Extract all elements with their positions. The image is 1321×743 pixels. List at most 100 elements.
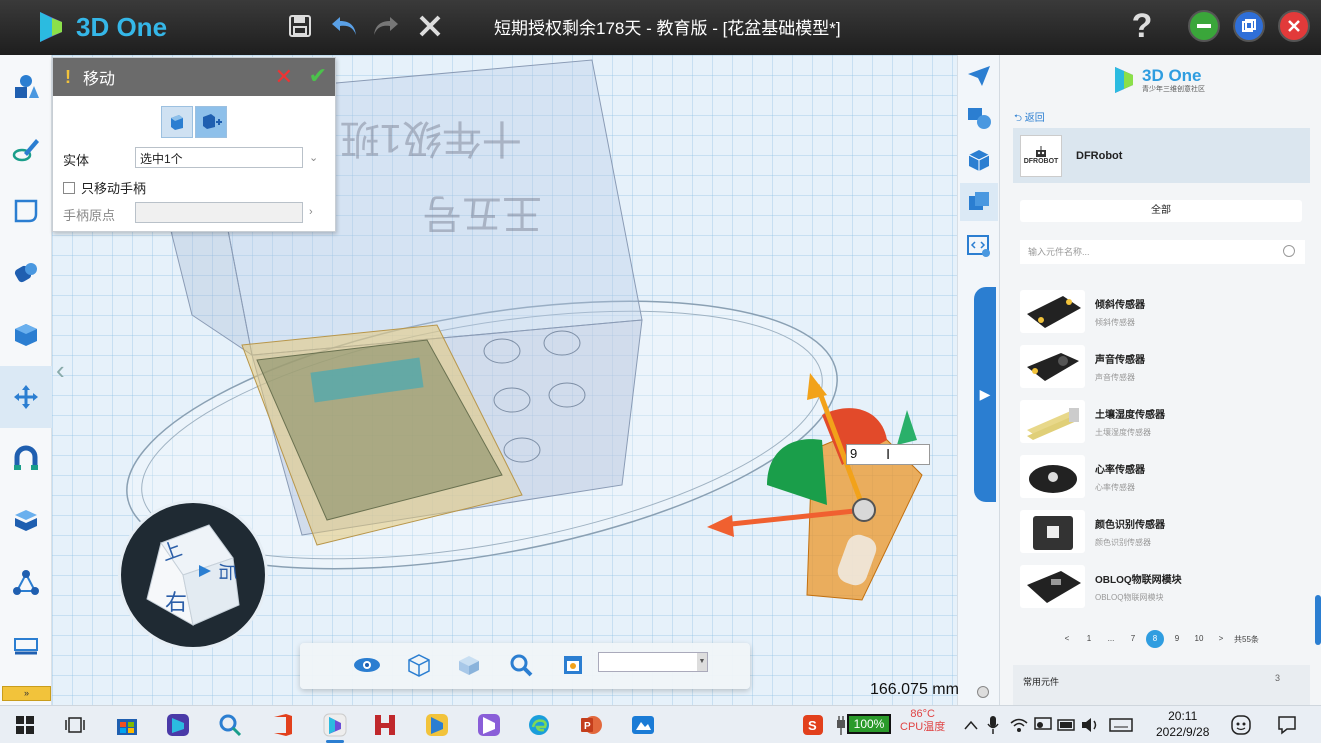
edge-browser-icon[interactable]: [524, 710, 554, 740]
office-app-icon[interactable]: [268, 710, 298, 740]
cancel-icon[interactable]: ✕: [275, 64, 293, 90]
move-mode-group: [161, 106, 227, 138]
chevron-right-icon: ›: [309, 206, 313, 218]
code-component-icon[interactable]: [960, 227, 998, 265]
prev-arrow-icon[interactable]: ‹: [56, 355, 65, 386]
keyboard-icon[interactable]: [1106, 710, 1136, 740]
component-search-input[interactable]: 输入元件名称...: [1020, 240, 1305, 264]
move-panel-title: 移动: [83, 71, 116, 88]
zoom-icon[interactable]: [506, 650, 536, 680]
materials-icon[interactable]: [960, 99, 998, 137]
list-item[interactable]: 颜色识别传感器 颜色识别传感器: [1014, 504, 1308, 559]
shaded-cube-icon[interactable]: [454, 650, 484, 680]
special-features-icon[interactable]: [6, 253, 46, 293]
feature-edit-icon[interactable]: [6, 315, 46, 355]
only-handle-checkbox[interactable]: [63, 181, 75, 194]
search-app-icon[interactable]: [215, 710, 245, 740]
minimize-button[interactable]: [1188, 10, 1220, 42]
3done-active-icon[interactable]: [320, 710, 350, 743]
component-library-icon[interactable]: [960, 183, 998, 221]
entity-field[interactable]: 选中1个: [135, 147, 303, 168]
back-label: 返回: [1024, 113, 1045, 124]
search-icon[interactable]: [1283, 245, 1295, 257]
list-item[interactable]: 心率传感器 心率传感器: [1014, 449, 1308, 504]
assembly-icon[interactable]: [6, 501, 46, 541]
dfrobot-logo: DFROBOT: [1020, 134, 1062, 177]
redo-icon[interactable]: [368, 8, 404, 44]
windows-start-icon[interactable]: [10, 710, 40, 740]
view-eye-icon[interactable]: [352, 650, 382, 680]
3done-app-2-icon[interactable]: [422, 710, 452, 740]
3done-app-icon[interactable]: [163, 710, 193, 740]
confirm-icon[interactable]: ✔: [309, 63, 327, 89]
common-components-section[interactable]: 常用元件 3: [1013, 665, 1310, 705]
page-prev[interactable]: <: [1058, 630, 1076, 648]
entity-label: 实体: [63, 153, 90, 168]
point-move-icon[interactable]: [195, 106, 227, 138]
help-icon[interactable]: ?: [1124, 7, 1160, 45]
dynamic-move-icon[interactable]: [161, 106, 193, 138]
list-item[interactable]: OBLOQ物联网模块 OBLOQ物联网模块: [1014, 559, 1308, 614]
volume-icon[interactable]: [1076, 710, 1106, 740]
list-item[interactable]: 声音传感器 声音传感器: [1014, 339, 1308, 394]
category-all-button[interactable]: 全部: [1020, 200, 1302, 222]
handle-origin-field: [135, 202, 303, 223]
wireframe-cube-icon[interactable]: [404, 650, 434, 680]
task-view-icon[interactable]: [60, 710, 90, 740]
undo-icon[interactable]: [326, 8, 362, 44]
chevron-down-icon[interactable]: ⌄: [309, 151, 318, 164]
unit-dropdown-icon[interactable]: [977, 686, 989, 698]
component-desc: OBLOQ物联网模块: [1095, 592, 1164, 602]
model-library-icon[interactable]: [960, 141, 998, 179]
move-icon[interactable]: [0, 366, 52, 428]
chevron-down-icon[interactable]: ▼: [697, 653, 707, 671]
sketch-edit-icon[interactable]: [6, 191, 46, 231]
clock-date: 2022/9/28: [1156, 725, 1210, 739]
list-item[interactable]: 倾斜传感器 倾斜传感器: [1014, 284, 1308, 339]
view-face-front[interactable]: 右: [165, 585, 187, 617]
library-scrollbar[interactable]: [1315, 595, 1321, 645]
sketch-draw-icon[interactable]: [6, 129, 46, 169]
component-list: 倾斜传感器 倾斜传感器 声音传感器 声音传感器 土壤湿度传感器 土壤湿度传感器 心率传…: [1014, 284, 1308, 614]
notification-icon[interactable]: [1272, 710, 1302, 740]
system-clock[interactable]: 20:11 2022/9/28: [1156, 708, 1209, 740]
svg-text:十年级1班: 十年级1班: [340, 116, 522, 160]
component-desc: 声音传感器: [1095, 372, 1135, 382]
page-1[interactable]: 1: [1080, 630, 1098, 648]
distance-measure-icon[interactable]: [6, 563, 46, 603]
page-9[interactable]: 9: [1168, 630, 1186, 648]
restore-button[interactable]: [1233, 10, 1265, 42]
page-ellipsis[interactable]: ...: [1102, 630, 1120, 648]
store-app-icon[interactable]: [112, 710, 142, 740]
view-filter-select[interactable]: ▼: [598, 652, 708, 672]
page-10[interactable]: 10: [1190, 630, 1208, 648]
only-handle-option[interactable]: 只移动手柄: [63, 178, 146, 197]
powerpoint-app-icon[interactable]: P: [576, 710, 606, 740]
tray-s-icon[interactable]: S: [798, 710, 828, 740]
page-next[interactable]: >: [1212, 630, 1230, 648]
expand-toolbar-button[interactable]: »: [2, 686, 51, 701]
h-app-icon[interactable]: [370, 710, 400, 740]
list-item[interactable]: 土壤湿度传感器 土壤湿度传感器: [1014, 394, 1308, 449]
tilt-sensor-thumbnail: [1020, 290, 1085, 333]
cloud-app-icon[interactable]: [628, 710, 658, 740]
back-link[interactable]: ⮌ 返回: [1014, 109, 1045, 128]
3done-app-3-icon[interactable]: [474, 710, 504, 740]
brand-header[interactable]: DFROBOT DFRobot: [1013, 128, 1310, 183]
render-mode-icon[interactable]: [558, 650, 588, 680]
3done-logo-icon: [40, 12, 62, 42]
basic-shapes-icon[interactable]: [6, 67, 46, 107]
combine-icon[interactable]: [6, 439, 46, 479]
page-7[interactable]: 7: [1124, 630, 1142, 648]
close-button[interactable]: [1278, 10, 1310, 42]
assistant-face-icon[interactable]: [1226, 710, 1256, 740]
measure-icon[interactable]: [6, 625, 46, 665]
send-icon[interactable]: [960, 57, 998, 95]
component-desc: 土壤湿度传感器: [1095, 427, 1151, 437]
collapse-panel-button[interactable]: ▶: [974, 287, 996, 502]
page-8-current[interactable]: 8: [1146, 630, 1164, 648]
close-tool-icon[interactable]: [412, 8, 448, 44]
save-icon[interactable]: [282, 8, 318, 44]
view-face-side[interactable]: 后: [215, 563, 241, 581]
view-cube[interactable]: 上 右 后: [118, 500, 268, 650]
